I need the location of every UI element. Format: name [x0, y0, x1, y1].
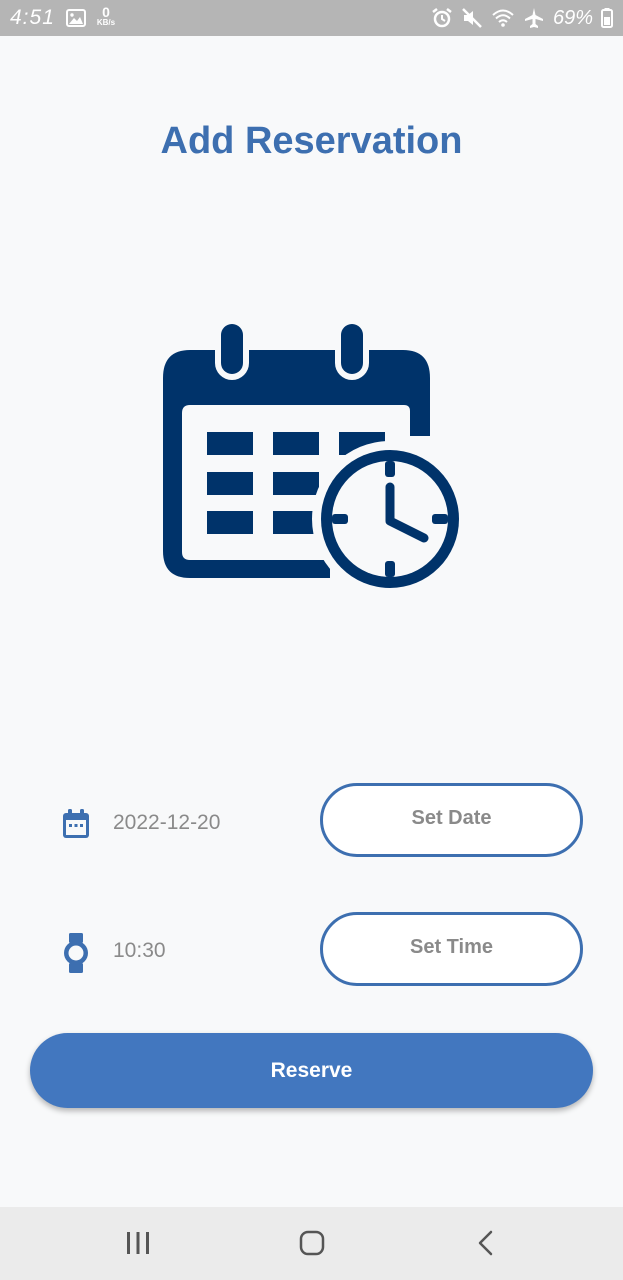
selected-time: 10:30 [113, 939, 166, 962]
watch-icon [64, 933, 88, 973]
home-icon[interactable] [294, 1229, 330, 1257]
net-speed-unit: KB/s [96, 18, 116, 27]
nav-bar [0, 1207, 623, 1280]
alarm-icon [432, 8, 452, 28]
selected-date: 2022-12-20 [113, 811, 221, 834]
status-icons: 69% [431, 6, 613, 30]
battery-icon [601, 8, 613, 28]
reserve-button[interactable]: Reserve [30, 1033, 593, 1108]
net-speed-value: 0 [102, 4, 110, 20]
set-time-button[interactable]: Set Time [320, 912, 583, 986]
page-title: Add Reservation [160, 120, 463, 162]
battery-percent: 69% [552, 6, 593, 29]
recent-apps-icon[interactable] [120, 1229, 156, 1257]
mute-icon [462, 8, 482, 28]
calendar-icon [63, 809, 89, 838]
airplane-icon [524, 8, 543, 28]
wifi-icon [492, 9, 514, 27]
calendar-clock-icon [163, 320, 468, 595]
set-date-button[interactable]: Set Date [320, 783, 583, 857]
gallery-icon [66, 9, 86, 27]
net-speed: 0 KB/s [93, 5, 119, 27]
back-icon[interactable] [468, 1229, 504, 1257]
status-bar: 4:51 0 KB/s 69% [0, 0, 623, 36]
status-time: 4:51 [10, 6, 55, 29]
